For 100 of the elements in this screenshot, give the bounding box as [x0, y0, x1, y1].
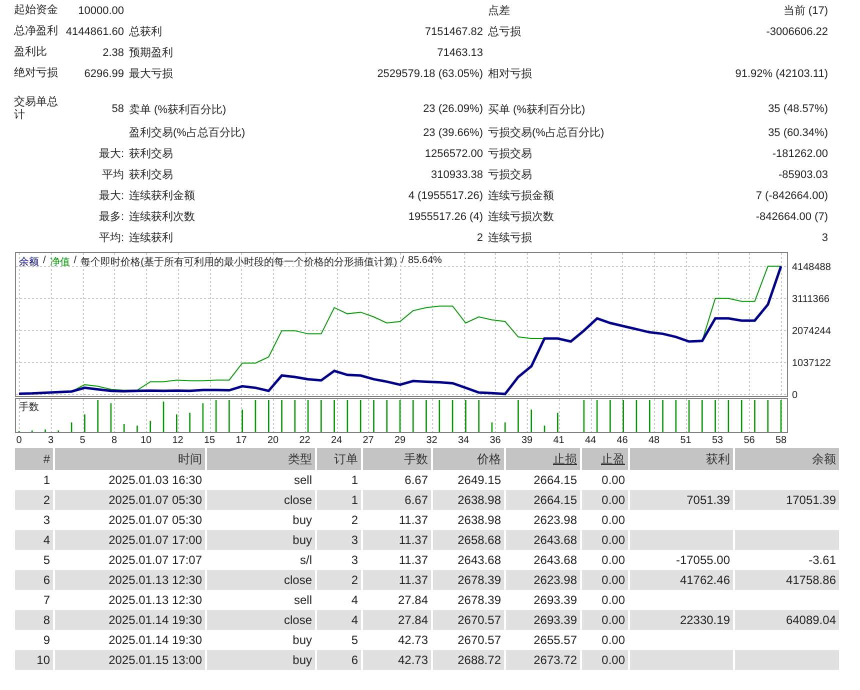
- x-tick-label: 39: [521, 435, 533, 446]
- stat-label: 相对亏损: [487, 67, 532, 81]
- stat-label: 盈利比: [14, 46, 47, 59]
- table-cell: 2025.01.15 13:00: [55, 650, 205, 670]
- stat-value: 71463.13: [437, 46, 483, 58]
- x-tick-label: 34: [458, 435, 470, 446]
- x-tick-label: 5: [80, 435, 86, 446]
- table-cell: close: [207, 490, 315, 510]
- table-cell: 2664.15: [506, 490, 580, 510]
- stat-value: 1256572.00: [424, 148, 483, 160]
- table-cell: 42.73: [363, 650, 431, 670]
- table-cell: 1: [317, 490, 361, 510]
- stat-value: 4144861.60: [66, 26, 124, 38]
- column-header: 时间: [55, 448, 205, 470]
- stat-value: 4 (1955517.26): [408, 190, 483, 202]
- table-cell: 2658.68: [433, 530, 504, 550]
- table-cell: 2025.01.13 12:30: [55, 570, 205, 590]
- table-cell: 17051.39: [735, 490, 839, 510]
- table-cell: 2: [15, 490, 53, 510]
- table-cell-text: 42.73: [396, 632, 429, 649]
- table-cell-text: 2623.98: [532, 512, 578, 529]
- table-cell-text: -3.61: [808, 552, 837, 569]
- table-cell-text: s/l: [299, 552, 313, 569]
- table-cell-text: 2638.98: [456, 512, 502, 529]
- stat-label: 预期盈利: [128, 46, 173, 60]
- table-cell-text: 2025.01.07 05:30: [108, 512, 203, 529]
- y-tick-label: 4148488: [792, 262, 831, 273]
- stat-value: 1955517.26 (4): [408, 210, 483, 222]
- table-cell-text: 2649.15: [456, 472, 502, 489]
- table-cell-text: 2655.57: [532, 632, 578, 649]
- separator: /: [401, 255, 404, 268]
- table-cell-text: 11.37: [398, 512, 429, 529]
- table-cell: 3: [317, 530, 361, 550]
- table-cell-text: 1: [42, 472, 51, 489]
- x-tick-label: 24: [330, 435, 342, 446]
- x-tick-label: 17: [236, 435, 247, 446]
- y-tick-label: 0: [792, 390, 798, 401]
- stat-value: 7 (-842664.00): [756, 190, 828, 202]
- table-cell-text: buy: [292, 632, 313, 649]
- table-cell: 0.00: [582, 650, 628, 670]
- table-cell-text: 2678.39: [456, 592, 502, 609]
- table-cell-text: 1: [350, 472, 359, 489]
- table-cell: 2025.01.07 05:30: [55, 490, 205, 510]
- x-tick-label: 12: [172, 435, 184, 446]
- table-cell: 41762.46: [630, 570, 733, 590]
- stat-label: 交易单总计: [14, 96, 59, 122]
- stat-label: 连续亏损次数: [487, 210, 554, 224]
- stat-label: 最多:: [98, 210, 124, 224]
- table-cell: 6: [15, 570, 53, 590]
- stat-label: 连续获利: [128, 231, 173, 245]
- stat-label: 总亏损: [487, 25, 521, 39]
- stat-label: 最大:: [98, 147, 124, 161]
- stat-value: -85903.03: [778, 168, 828, 180]
- table-cell: close: [207, 570, 315, 590]
- x-tick-label: 48: [648, 435, 660, 446]
- table-cell: 2638.98: [433, 490, 504, 510]
- x-tick-label: 20: [267, 435, 279, 446]
- table-cell: 2688.72: [433, 650, 504, 670]
- stat-value: -3006606.22: [766, 26, 828, 38]
- table-cell: 6: [317, 650, 361, 670]
- stat-value: 3: [822, 232, 828, 244]
- stat-label: 平均:: [98, 231, 124, 245]
- table-cell: 4: [15, 530, 53, 550]
- table-cell-text: 2025.01.14 19:30: [108, 632, 203, 649]
- separator: /: [43, 255, 46, 268]
- stat-value: 58: [112, 103, 124, 115]
- table-cell-text: 2025.01.03 16:30: [108, 472, 203, 489]
- stat-label: 最大:: [98, 189, 124, 203]
- table-cell-text: 3: [350, 552, 359, 569]
- table-cell: 6.67: [363, 490, 431, 510]
- table-cell-text: 0.00: [600, 632, 626, 649]
- column-header[interactable]: 止盈: [582, 448, 628, 470]
- table-cell: buy: [207, 650, 315, 670]
- y-tick-label: 2074244: [792, 326, 831, 337]
- table-cell-text: sell: [292, 592, 313, 609]
- stat-value: 7151467.82: [424, 26, 483, 38]
- stat-label: 卖单 (%获利百分比): [128, 102, 226, 116]
- legend-label: 净值: [50, 256, 70, 269]
- stat-value: -181262.00: [772, 148, 828, 160]
- table-cell: 7051.39: [630, 490, 733, 510]
- legend-label: 余额: [19, 256, 39, 269]
- table-cell-text: sell: [292, 472, 313, 489]
- table-cell-text: 2664.15: [532, 472, 578, 489]
- table-cell: close: [207, 610, 315, 630]
- stat-label: 亏损交易: [487, 168, 532, 182]
- table-cell-text: 27.84: [396, 592, 429, 609]
- quality-value: 85.64%: [408, 255, 442, 268]
- table-cell-text: 2643.68: [532, 552, 578, 569]
- x-tick-label: 22: [299, 435, 310, 446]
- stat-label: 起始资金: [14, 4, 58, 17]
- table-cell: 27.84: [363, 610, 431, 630]
- stat-value: 310933.38: [431, 168, 483, 180]
- table-cell: 8: [15, 610, 53, 630]
- column-header: 手数: [363, 448, 431, 470]
- table-cell: 2673.72: [506, 650, 580, 670]
- column-header[interactable]: 止损: [506, 448, 580, 470]
- stat-label: 总净盈利: [14, 25, 58, 38]
- table-cell: 2025.01.14 19:30: [55, 610, 205, 630]
- x-tick-label: 8: [111, 435, 118, 446]
- table-cell-text: 0.00: [600, 592, 626, 609]
